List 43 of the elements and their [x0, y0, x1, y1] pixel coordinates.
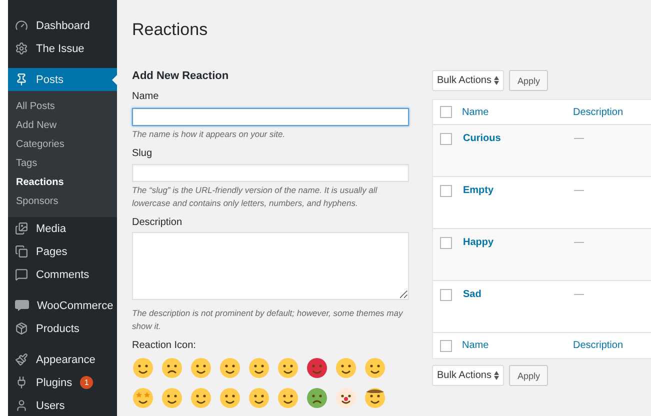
submenu-item[interactable]: Add New [8, 116, 117, 135]
table-cell: — [574, 185, 584, 196]
page-title: Reactions [132, 20, 209, 40]
field-label: Description [132, 217, 184, 229]
help-text: The “slug” is the URL-friendly version of the name. It is usually all lowercase and contains only letters, numbers, and hyphens. [132, 184, 378, 210]
menu-item[interactable]: Appearance [8, 348, 117, 371]
menu-item[interactable]: Media [8, 217, 117, 240]
table-cell: — [574, 289, 584, 300]
menu-item[interactable]: The Issue [8, 37, 117, 60]
bulk-actions-select[interactable]: Bulk Actions [432, 365, 504, 386]
menu-item[interactable]: Plugins 1 [8, 371, 117, 394]
bulk-actions-select[interactable]: Bulk Actions [432, 70, 504, 91]
submenu-item[interactable]: All Posts [8, 97, 117, 116]
field-label: Name [132, 91, 160, 103]
term-name-link[interactable]: Curious [462, 133, 574, 144]
field-label: Slug [132, 148, 154, 160]
help-text: The description is not prominent by default; however, some themes may show it. [132, 307, 404, 333]
column-header-link[interactable]: Name [462, 106, 573, 118]
term-name-link[interactable]: Empty [462, 185, 574, 196]
column-header-link[interactable]: Description [573, 340, 624, 351]
help-text: The name is how it appears on your site. [132, 128, 286, 140]
field-label: Reaction Icon: [132, 340, 197, 352]
term-name-link[interactable]: Sad [462, 289, 574, 300]
apply-button[interactable]: Apply [509, 365, 548, 386]
count-badge: 1 [80, 376, 94, 389]
form-heading: Add New Reaction [132, 70, 230, 82]
submenu-item[interactable]: Sponsors [8, 192, 117, 211]
column-header-link[interactable]: Name [462, 340, 573, 351]
menu-item[interactable]: Users [8, 394, 117, 416]
menu-item[interactable]: Comments [8, 263, 117, 286]
table-cell: — [574, 237, 584, 248]
table-cell: — [574, 133, 584, 144]
menu-item[interactable]: Posts [8, 68, 117, 91]
menu-item[interactable]: WooCommerce [8, 294, 117, 317]
menu-item[interactable]: Products [8, 317, 117, 340]
submenu-item[interactable]: Tags [8, 154, 117, 173]
submenu-item[interactable]: Reactions [8, 173, 117, 192]
apply-button[interactable]: Apply [509, 70, 548, 91]
column-header-link[interactable]: Description [573, 106, 624, 118]
menu-item[interactable]: Pages [8, 240, 117, 263]
submenu-item[interactable]: Categories [8, 135, 117, 154]
term-name-link[interactable]: Happy [462, 237, 574, 248]
menu-item[interactable]: Dashboard [8, 14, 117, 37]
